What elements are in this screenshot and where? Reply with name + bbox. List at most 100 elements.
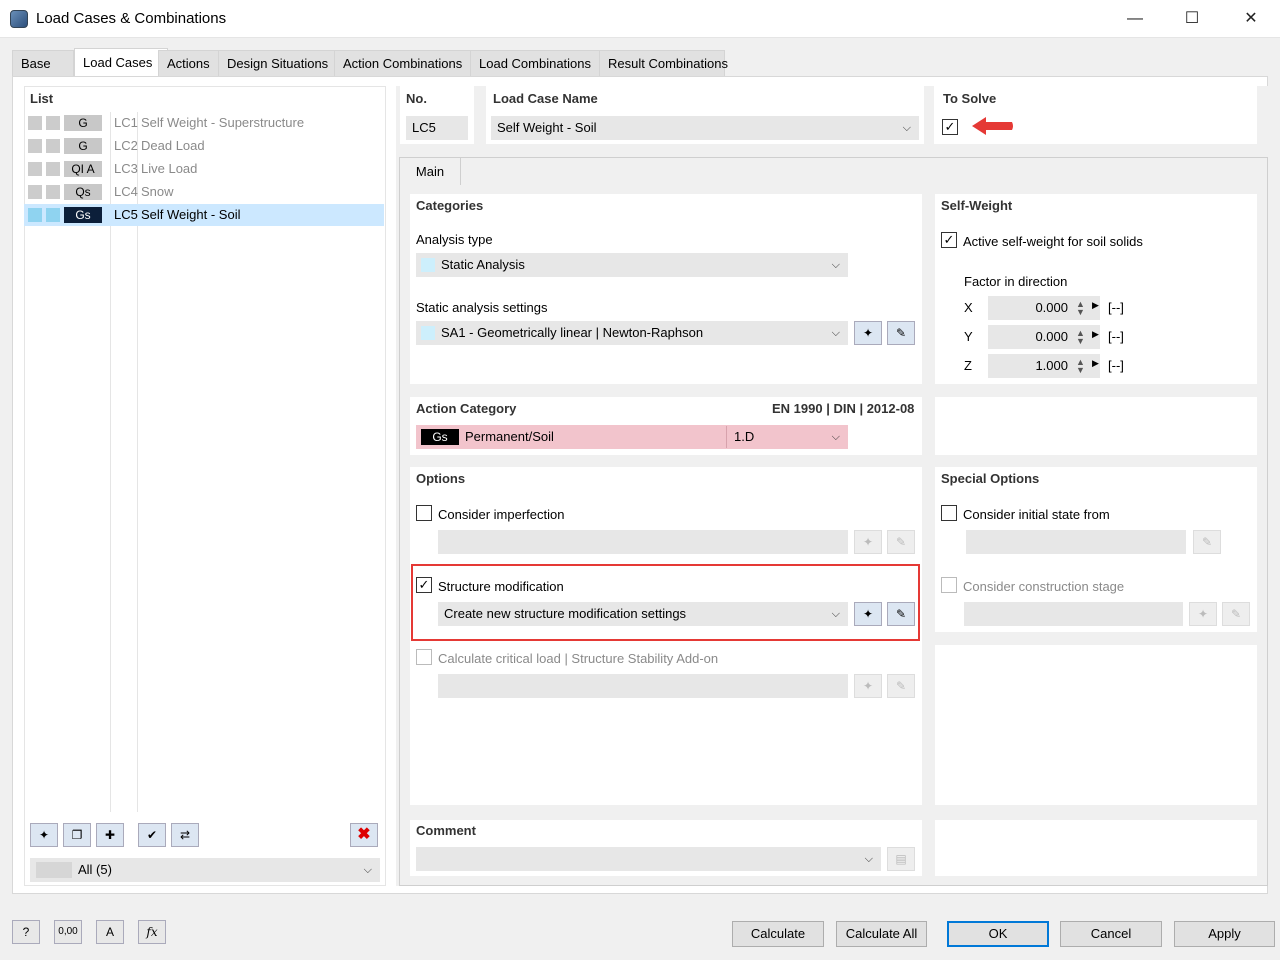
active-self-weight-checkbox[interactable]: ✓ [941,232,957,248]
new-icon[interactable]: ✦ [30,823,58,847]
tab-main[interactable]: Main [399,157,461,185]
spin-icon[interactable]: ▲ ▼ [1076,358,1085,375]
analysis-color-swatch [421,258,435,272]
analysis-type-value: Static Analysis [441,257,525,272]
apply-button[interactable]: Apply [1174,921,1275,947]
list-item-selected[interactable]: Gs LC5 Self Weight - Soil [24,204,384,226]
empty-panel [935,645,1257,805]
static-settings-label: Static analysis settings [416,300,548,315]
category-code: Qs [64,184,102,200]
list-item[interactable]: Qs LC4 Snow [24,181,384,203]
calculate-button[interactable]: Calculate [732,921,824,947]
color-swatch [46,116,60,130]
chevron-down-icon: ⌵ [864,853,873,865]
tab-load-combinations[interactable]: Load Combinations [470,50,608,76]
cancel-button[interactable]: Cancel [1060,921,1162,947]
spin-icon[interactable]: ▲ ▼ [1076,329,1085,346]
category-code: Gs [64,207,102,223]
units-icon[interactable]: 0,00 [54,920,82,944]
to-solve-label: To Solve [943,91,997,106]
new-modification-icon[interactable]: ✦ [854,602,882,626]
z-unit: [--] [1108,358,1124,373]
toggle-check-icon[interactable]: ⇄ [171,823,199,847]
edit-settings-icon[interactable]: ✎ [887,321,915,345]
formula-icon[interactable]: fx [138,920,166,944]
edit-modification-icon[interactable]: ✎ [887,602,915,626]
chevron-down-icon: ⌵ [831,431,840,443]
new-critical-icon: ✦ [854,674,882,698]
play-icon[interactable]: ▶ [1092,329,1099,340]
color-swatch [46,162,60,176]
critical-load-checkbox [416,649,432,665]
comment-library-icon[interactable]: ▤ [887,847,915,871]
help-icon[interactable]: ? [12,920,40,944]
category-code: G [64,138,102,154]
spin-icon[interactable]: ▲ ▼ [1076,300,1085,317]
text-format-icon[interactable]: A [96,920,124,944]
calculate-all-button[interactable]: Calculate All [836,921,927,947]
self-weight-label: Self-Weight [941,198,1013,213]
ok-button[interactable]: OK [947,921,1049,947]
tab-design-situations[interactable]: Design Situations [218,50,342,76]
structure-modification-checkbox[interactable]: ✓ [416,577,432,593]
dropdown-divider [726,426,727,448]
insert-icon[interactable]: ✚ [96,823,124,847]
chevron-down-icon: ⌵ [831,327,840,339]
load-case-name-field[interactable]: Self Weight - Soil ⌵ [491,116,919,140]
list-filter-dropdown[interactable]: All (5) ⌵ [30,858,380,882]
play-icon[interactable]: ▶ [1092,358,1099,369]
no-field[interactable]: LC5 [406,116,468,140]
to-solve-checkbox[interactable]: ✓ [942,119,958,135]
load-case-name: Self Weight - Soil [141,207,241,222]
list-header: List [30,91,54,106]
initial-state-checkbox[interactable] [941,505,957,521]
categories-label: Categories [416,198,484,213]
tab-load-cases[interactable]: Load Cases [74,48,168,76]
copy-icon[interactable]: ❐ [63,823,91,847]
new-settings-icon[interactable]: ✦ [854,321,882,345]
edit-imperfection-icon: ✎ [887,530,915,554]
minimize-button[interactable]: — [1120,8,1150,30]
tab-base[interactable]: Base [12,50,74,76]
initial-state-label: Consider initial state from [963,507,1110,522]
static-settings-dropdown[interactable]: SA1 - Geometrically linear | Newton-Raph… [416,321,848,345]
initial-state-field [966,530,1186,554]
action-category-label: Action Category [416,401,517,416]
analysis-type-dropdown[interactable]: Static Analysis ⌵ [416,253,848,277]
comment-field[interactable]: ⌵ [416,847,881,871]
options-label: Options [416,471,466,486]
window-title: Load Cases & Combinations [36,10,227,27]
load-case-name: Self Weight - Superstructure [141,115,305,130]
filter-swatch [36,862,72,878]
x-unit: [--] [1108,300,1124,315]
tab-action-combinations[interactable]: Action Combinations [334,50,478,76]
color-swatch [28,185,42,199]
list-filter-value: All (5) [78,862,112,877]
list-item[interactable]: G LC1 Self Weight - Superstructure [24,112,384,134]
tab-actions[interactable]: Actions [158,50,226,76]
factor-label: Factor in direction [964,274,1068,289]
edit-initial-state-icon: ✎ [1193,530,1221,554]
imperfection-checkbox[interactable] [416,505,432,521]
load-case-id: LC3 [114,161,138,176]
action-category-dropdown[interactable]: Permanent/Soil 1.D ⌵ [416,425,848,449]
list-item[interactable]: G LC2 Dead Load [24,135,384,157]
load-case-id: LC4 [114,184,138,199]
new-imperfection-icon: ✦ [854,530,882,554]
color-swatch [28,116,42,130]
close-button[interactable]: ✕ [1236,8,1266,30]
structure-modification-dropdown[interactable]: Create new structure modification settin… [438,602,848,626]
color-swatch [28,208,42,222]
action-category-value: Permanent/Soil [465,429,554,444]
list-item[interactable]: QI A LC3 Live Load [24,158,384,180]
empty-panel [935,820,1257,876]
tab-result-combinations[interactable]: Result Combinations [599,50,728,76]
imperfection-field [438,530,848,554]
load-case-name: Snow [141,184,174,199]
play-icon[interactable]: ▶ [1092,300,1099,311]
maximize-button[interactable]: ☐ [1177,8,1207,30]
delete-icon[interactable]: ✖ [350,823,378,847]
color-swatch [46,185,60,199]
edit-critical-icon: ✎ [887,674,915,698]
check-all-icon[interactable]: ✔ [138,823,166,847]
